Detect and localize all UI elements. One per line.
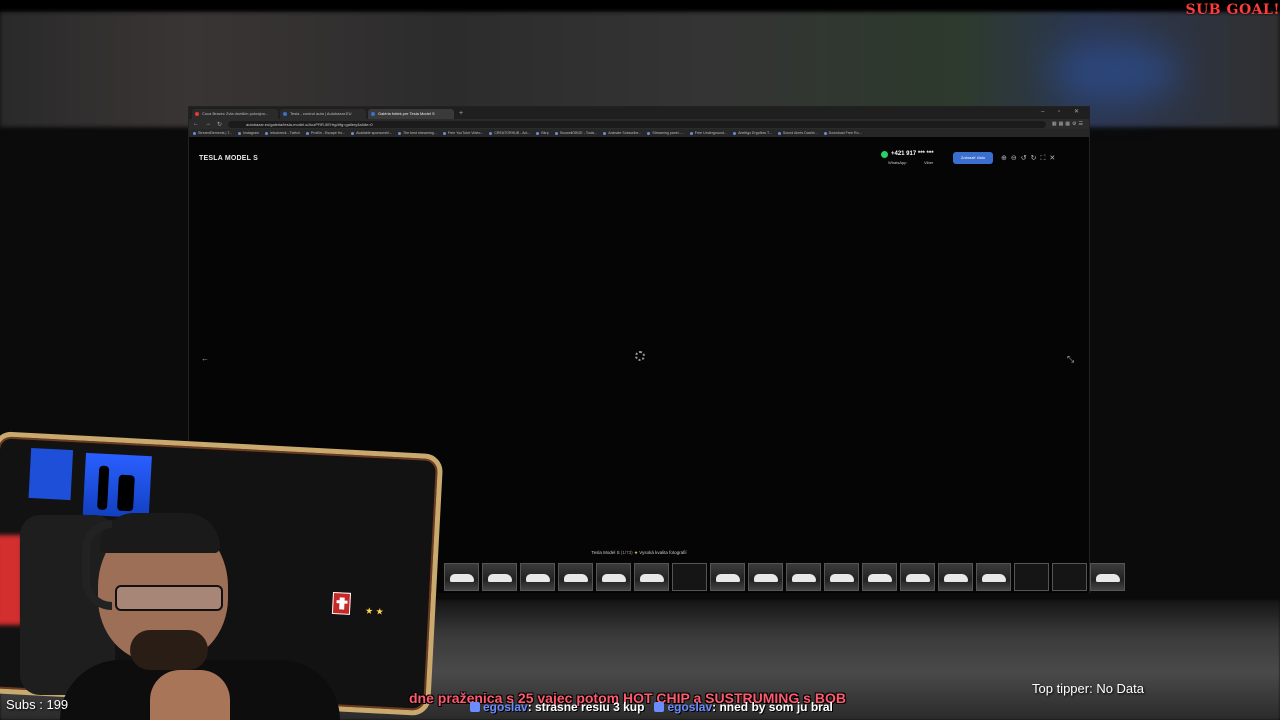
- viewer-toolbar: ⊕⊖↺↻⛶✕: [1001, 154, 1059, 163]
- streamer-hair: [100, 513, 220, 553]
- contact-block: +421 917 *** *** WhatsApp Viber: [881, 151, 951, 167]
- bookmark-item[interactable]: StreamElements | T...: [193, 131, 232, 135]
- tab-favicon-icon: [195, 112, 199, 116]
- url-input[interactable]: autobazar.eu/galeria/tesla-model-s/AozPR…: [228, 120, 1046, 128]
- top-tipper: Top tipper: No Data: [1032, 681, 1145, 696]
- tab-1[interactable]: Cuca Bravec Zvla dnešlim pokrajno...: [192, 109, 278, 119]
- chat-line: egoslav: strasne resiu 3 kup egoslav: nn…: [470, 700, 833, 714]
- thumbnail-strip: [444, 563, 1125, 591]
- gallery-thumbnail[interactable]: [482, 563, 517, 591]
- window-controls[interactable]: – ▫ ✕: [1041, 108, 1085, 115]
- next-arrow-icon[interactable]: ⤡: [1067, 354, 1074, 365]
- red-light: [0, 535, 22, 625]
- chat-message: : nned by som ju bral: [712, 700, 833, 714]
- show-number-button[interactable]: Zobraziť číslo: [953, 152, 993, 164]
- hand: [150, 670, 230, 720]
- bookmark-item[interactable]: The best streaming...: [398, 131, 437, 135]
- bookmark-item[interactable]: Abeltigo Ergofiow T...: [733, 131, 772, 135]
- beard: [130, 630, 208, 670]
- gallery-thumbnail[interactable]: [938, 563, 973, 591]
- loading-spinner-icon: [635, 351, 645, 361]
- gallery-thumbnail[interactable]: [520, 563, 555, 591]
- tab-label: Galéria fotiek pre Tesla Model S: [378, 111, 435, 116]
- extensions-icons[interactable]: ▦▦▦⚙☰: [1052, 121, 1085, 127]
- bookmark-item[interactable]: Prolilin - Escape fro...: [306, 131, 345, 135]
- tab-2[interactable]: Tesla - control auta | Autobazar.EU: [280, 109, 366, 119]
- gallery-thumbnail[interactable]: [976, 563, 1011, 591]
- webcam-overlay: ★ ★: [0, 425, 450, 720]
- stars-icon: ★ ★: [364, 605, 384, 617]
- rotate-right-icon[interactable]: ↻: [1031, 155, 1041, 162]
- bookmark-item[interactable]: CREATORHUB - Act...: [489, 131, 530, 135]
- caption-quality: Vysoká kvalita fotografií: [639, 550, 687, 555]
- tab-strip: Cuca Bravec Zvla dnešlim pokrajno... Tes…: [189, 107, 1089, 119]
- zoom-out-icon[interactable]: ⊖: [1011, 155, 1021, 162]
- whatsapp-icon: [881, 151, 888, 158]
- reload-icon[interactable]: ↻: [217, 121, 222, 128]
- gallery-thumbnail[interactable]: [748, 563, 783, 591]
- new-tab-button[interactable]: +: [459, 109, 463, 119]
- tab-3[interactable]: Galéria fotiek pre Tesla Model S: [368, 109, 454, 119]
- bookmark-item[interactable]: Instagram: [238, 131, 259, 135]
- bookmark-item[interactable]: Streaming panel -...: [647, 131, 683, 135]
- glasses: [115, 585, 223, 611]
- chat-user: egoslav: [667, 700, 713, 714]
- bookmark-item[interactable]: SnowellOBGE - Tools...: [555, 131, 597, 135]
- tab-favicon-icon: [283, 112, 287, 116]
- caption-count: (1/73): [620, 550, 633, 555]
- poster-image: [82, 452, 152, 519]
- gallery-thumbnail[interactable]: [862, 563, 897, 591]
- twitch-icon: [470, 702, 480, 712]
- gallery-thumbnail[interactable]: [634, 563, 669, 591]
- bookmark-item[interactable]: Available sponsorshi...: [351, 131, 392, 135]
- rotate-left-icon[interactable]: ↺: [1021, 155, 1031, 162]
- page-title: TESLA MODEL S: [199, 155, 258, 162]
- bookmark-item[interactable]: Sound Alerts Dashb...: [778, 131, 818, 135]
- caption-title: Tesla Model S: [591, 550, 620, 555]
- stream-screen: SUB GOAL! Cuca Bravec Zvla dnešlim pokra…: [0, 0, 1280, 720]
- gallery-thumbnail[interactable]: [786, 563, 821, 591]
- sub-goal-label: SUB GOAL!: [1185, 2, 1280, 18]
- back-icon[interactable]: ←: [193, 121, 199, 127]
- tab-label: Tesla - control auta | Autobazar.EU: [290, 111, 352, 116]
- gallery-thumbnail[interactable]: [900, 563, 935, 591]
- tab-favicon-icon: [371, 112, 375, 116]
- subs-counter: Subs : 199: [6, 697, 69, 712]
- flag-emblem-icon: [331, 591, 352, 615]
- headset-icon: [82, 520, 112, 610]
- tab-label: Cuca Bravec Zvla dnešlim pokrajno...: [202, 111, 269, 116]
- gallery-thumbnail[interactable]: [824, 563, 859, 591]
- bookmark-item[interactable]: Download Free Ro...: [824, 131, 862, 135]
- viber-link[interactable]: Viber: [924, 160, 933, 165]
- gallery-thumbnail[interactable]: [558, 563, 593, 591]
- bookmark-item[interactable]: Free Underground...: [690, 131, 727, 135]
- gallery-thumbnail[interactable]: [672, 563, 707, 591]
- chat-user: egoslav: [483, 700, 528, 714]
- previous-arrow-icon[interactable]: ←: [201, 354, 209, 363]
- bookmark-item[interactable]: Bkrp: [536, 131, 548, 135]
- gallery-thumbnail[interactable]: [710, 563, 745, 591]
- chat-message: : strasne resiu 3 kup: [527, 700, 645, 714]
- forward-icon[interactable]: →: [205, 121, 211, 127]
- bookmark-item[interactable]: letsdoreck - Twitch: [265, 131, 300, 135]
- bookmarks-bar: StreamElements | T... Instagram letsdoreck…: [189, 129, 1089, 137]
- phone-number: +421 917 *** ***: [891, 151, 934, 157]
- whatsapp-link[interactable]: WhatsApp: [888, 160, 906, 165]
- zoom-in-icon[interactable]: ⊕: [1001, 155, 1011, 162]
- poster-image: [28, 447, 74, 501]
- gallery-thumbnail[interactable]: [1014, 563, 1049, 591]
- address-bar-row: ← → ↻ autobazar.eu/galeria/tesla-model-s…: [189, 119, 1089, 129]
- top-bar: [0, 0, 1280, 12]
- bookmark-item[interactable]: Animate Subscribe...: [603, 131, 641, 135]
- quality-star-icon: ★: [633, 550, 638, 555]
- gallery-thumbnail[interactable]: [1090, 563, 1125, 591]
- gallery-thumbnail[interactable]: [1052, 563, 1087, 591]
- gallery-thumbnail[interactable]: [596, 563, 631, 591]
- close-icon[interactable]: ✕: [1049, 155, 1059, 162]
- twitch-icon: [654, 702, 665, 712]
- bookmark-item[interactable]: Free YouTube Video...: [443, 131, 484, 135]
